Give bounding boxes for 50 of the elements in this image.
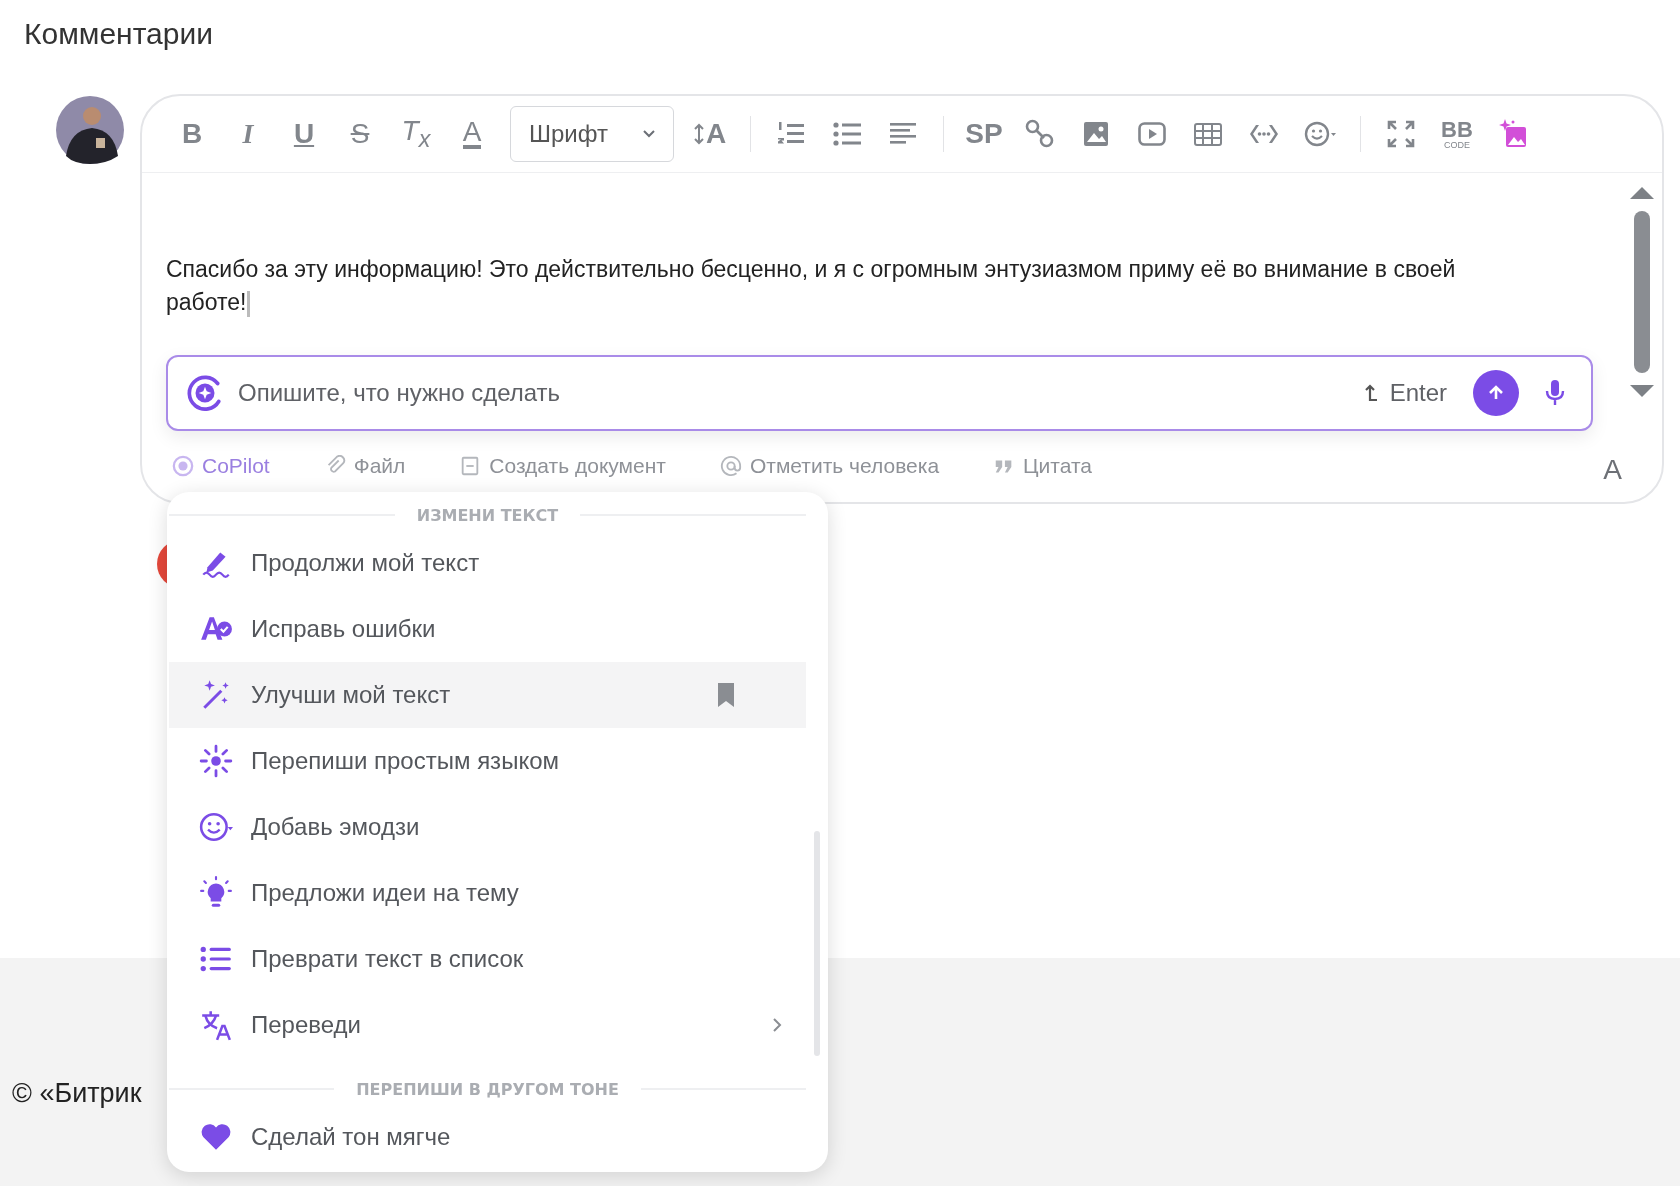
translate-icon xyxy=(199,1008,233,1042)
menu-item[interactable]: Перепиши простым языком xyxy=(169,728,806,794)
menu-section-title: ИЗМЕНИ ТЕКСТ xyxy=(416,505,559,525)
menu-section-title: ПЕРЕПИШИ В ДРУГОМ ТОНЕ xyxy=(356,1079,619,1099)
scroll-down-icon[interactable] xyxy=(1630,385,1654,397)
prompt-field[interactable]: Опишите, что нужно сделать Enter xyxy=(166,355,1593,431)
bbcode-button[interactable]: BB CODE xyxy=(1429,112,1485,156)
formatting-toggle[interactable]: A xyxy=(1603,454,1622,486)
scrollbar-thumb[interactable] xyxy=(814,831,820,1056)
file-link[interactable]: Файл xyxy=(353,454,406,478)
avatar xyxy=(56,96,124,164)
menu-item[interactable]: Предложи идеи на тему xyxy=(169,860,806,926)
section-title: Комментарии xyxy=(24,16,214,52)
scroll-up-icon[interactable] xyxy=(1630,187,1654,199)
send-button[interactable] xyxy=(1473,370,1519,416)
font-dropdown[interactable]: Шрифт xyxy=(510,106,674,162)
menu-item[interactable]: Переведи xyxy=(169,992,806,1058)
chevron-right-icon xyxy=(772,1017,782,1033)
menu-item[interactable]: Улучши мой текст xyxy=(169,662,806,728)
enter-hint: Enter xyxy=(1389,379,1447,407)
mention-icon xyxy=(719,455,742,477)
copyright-text: © «Битрик xyxy=(12,1078,142,1109)
menu-item[interactable]: Продолжи мой текст xyxy=(169,530,806,596)
menu-item[interactable]: Добавь эмодзи xyxy=(169,794,806,860)
copilot-link[interactable]: CoPilot xyxy=(202,454,270,478)
color-button[interactable]: A xyxy=(444,112,500,156)
link-icon xyxy=(1024,118,1056,150)
fullscreen-icon xyxy=(1385,118,1417,150)
clear-format-button[interactable]: T$_{x}$ xyxy=(388,112,444,156)
quote-link[interactable]: Цитата xyxy=(1023,454,1092,478)
italic-button[interactable]: I xyxy=(220,112,276,156)
spoiler-button[interactable]: SP xyxy=(956,112,1012,156)
enter-icon xyxy=(1363,384,1378,402)
font-size-button[interactable]: A xyxy=(682,112,738,156)
microphone-icon[interactable] xyxy=(1545,379,1565,407)
emoji-icon xyxy=(199,810,233,844)
bold-button[interactable]: B xyxy=(164,112,220,156)
scrollbar-thumb[interactable] xyxy=(1634,211,1650,373)
prompt-input[interactable]: Опишите, что нужно сделать xyxy=(236,378,1352,408)
mention-link[interactable]: Отметить человека xyxy=(749,454,940,478)
document-link[interactable]: Создать документ xyxy=(489,454,666,478)
menu-item[interactable]: Преврати текст в список xyxy=(169,926,806,992)
arrows-icon xyxy=(693,123,704,145)
underline-button[interactable]: U xyxy=(276,112,332,156)
strike-button[interactable]: S xyxy=(332,112,388,156)
bookmark-icon[interactable] xyxy=(716,682,736,708)
caret-icon xyxy=(643,130,655,138)
comment-text[interactable]: Спасибо за эту информацию! Это действительно бесценно, и я с огромным энтузиазмом приму её во внимание в своей работе! xyxy=(166,253,1496,319)
menu-item[interactable]: Исправь ошибки xyxy=(169,596,806,662)
menu-item[interactable]: Сделай тон мягче xyxy=(169,1104,806,1170)
